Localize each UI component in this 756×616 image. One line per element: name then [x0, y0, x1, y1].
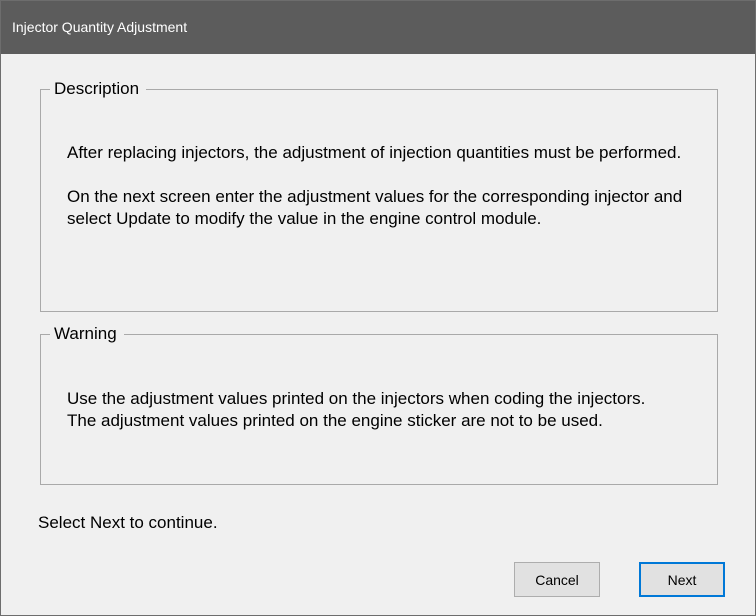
injector-adjustment-dialog: Injector Quantity Adjustment Description…	[0, 0, 756, 616]
continue-instruction: Select Next to continue.	[38, 513, 218, 532]
description-paragraph: After replacing injectors, the adjustmen…	[67, 143, 682, 162]
warning-paragraph: Use the adjustment values printed on the…	[67, 389, 646, 430]
warning-legend: Warning	[54, 324, 117, 343]
cancel-button[interactable]: Cancel	[514, 562, 600, 597]
title-bar[interactable]: Injector Quantity Adjustment	[1, 1, 755, 54]
description-legend: Description	[54, 79, 140, 98]
window-title: Injector Quantity Adjustment	[12, 19, 188, 35]
description-group: Description After replacing injectors, t…	[40, 79, 718, 312]
description-text: After replacing injectors, the adjustmen…	[67, 142, 717, 230]
warning-group: Warning Use the adjustment values printe…	[40, 324, 718, 485]
description-paragraph: On the next screen enter the adjustment …	[67, 187, 683, 228]
next-button[interactable]: Next	[639, 562, 725, 597]
warning-text: Use the adjustment values printed on the…	[67, 388, 667, 432]
